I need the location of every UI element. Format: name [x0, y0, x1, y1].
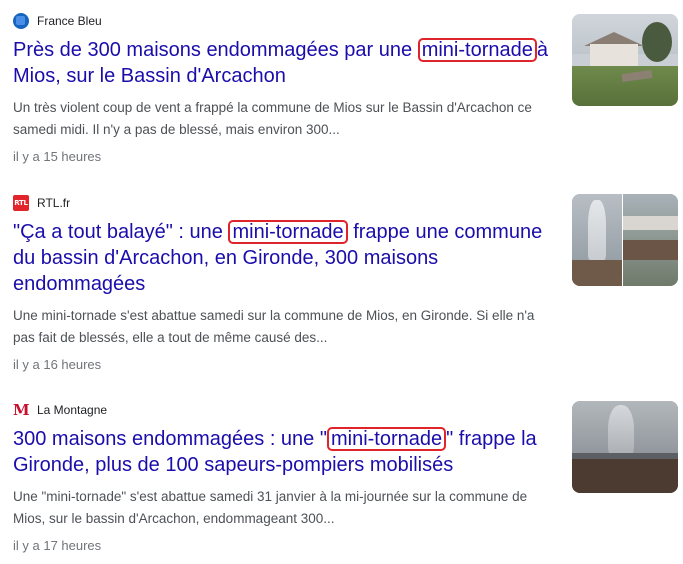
news-article: France Bleu Près de 300 maisons endommag… — [13, 12, 678, 165]
article-headline-link[interactable]: Près de 300 maisons endommagées par une … — [13, 37, 548, 89]
headline-text: Près de 300 maisons endommagées par une — [13, 39, 413, 61]
thumbnail-ground — [572, 260, 622, 286]
thumbnail-tornado-funnel — [588, 200, 606, 260]
headline-text: 300 maisons endommagées : une " — [13, 428, 327, 450]
thumbnail-tornado-funnel — [608, 405, 634, 457]
thumbnail-tree — [642, 22, 672, 62]
thumbnail-house — [590, 44, 638, 68]
thumbnail-lawn — [572, 66, 678, 106]
article-thumbnail[interactable] — [572, 194, 678, 286]
highlighted-term: mini-tornade — [417, 38, 537, 62]
news-article: M La Montagne 300 maisons endommagées : … — [13, 401, 678, 554]
highlighted-term: mini-tornade — [326, 427, 447, 451]
thumbnail-buildings — [572, 459, 678, 493]
highlighted-term: mini-tornade — [228, 220, 348, 244]
article-thumbnail[interactable] — [572, 14, 678, 106]
source-name: RTL.fr — [37, 196, 71, 210]
la-montagne-logo-icon: M — [13, 401, 30, 419]
news-results-list: France Bleu Près de 300 maisons endommag… — [0, 0, 683, 564]
article-thumbnail[interactable] — [572, 401, 678, 493]
france-bleu-logo-icon — [13, 13, 29, 29]
rtl-logo-icon: RTL — [13, 195, 29, 211]
article-timestamp: il y a 15 heures — [13, 149, 102, 164]
source-name: France Bleu — [37, 14, 102, 28]
article-snippet: Un très violent coup de vent a frappé la… — [13, 100, 532, 137]
article-snippet: Une mini-tornade s'est abattue samedi su… — [13, 308, 535, 345]
thumbnail-debris — [623, 240, 678, 260]
thumbnail-divider — [622, 194, 623, 286]
article-snippet: Une "mini-tornade" s'est abattue samedi … — [13, 489, 528, 526]
news-article: RTL RTL.fr "Ça a tout balayé" : une mini… — [13, 194, 678, 373]
headline-text: "Ça a tout balayé" : une — [13, 221, 223, 243]
source-name: La Montagne — [37, 403, 108, 417]
article-headline-link[interactable]: "Ça a tout balayé" : une mini-tornade fr… — [13, 219, 548, 297]
article-timestamp: il y a 16 heures — [13, 357, 102, 372]
thumbnail-roof — [623, 216, 678, 230]
article-timestamp: il y a 17 heures — [13, 538, 102, 553]
article-headline-link[interactable]: 300 maisons endommagées : une " mini-torn… — [13, 426, 548, 478]
